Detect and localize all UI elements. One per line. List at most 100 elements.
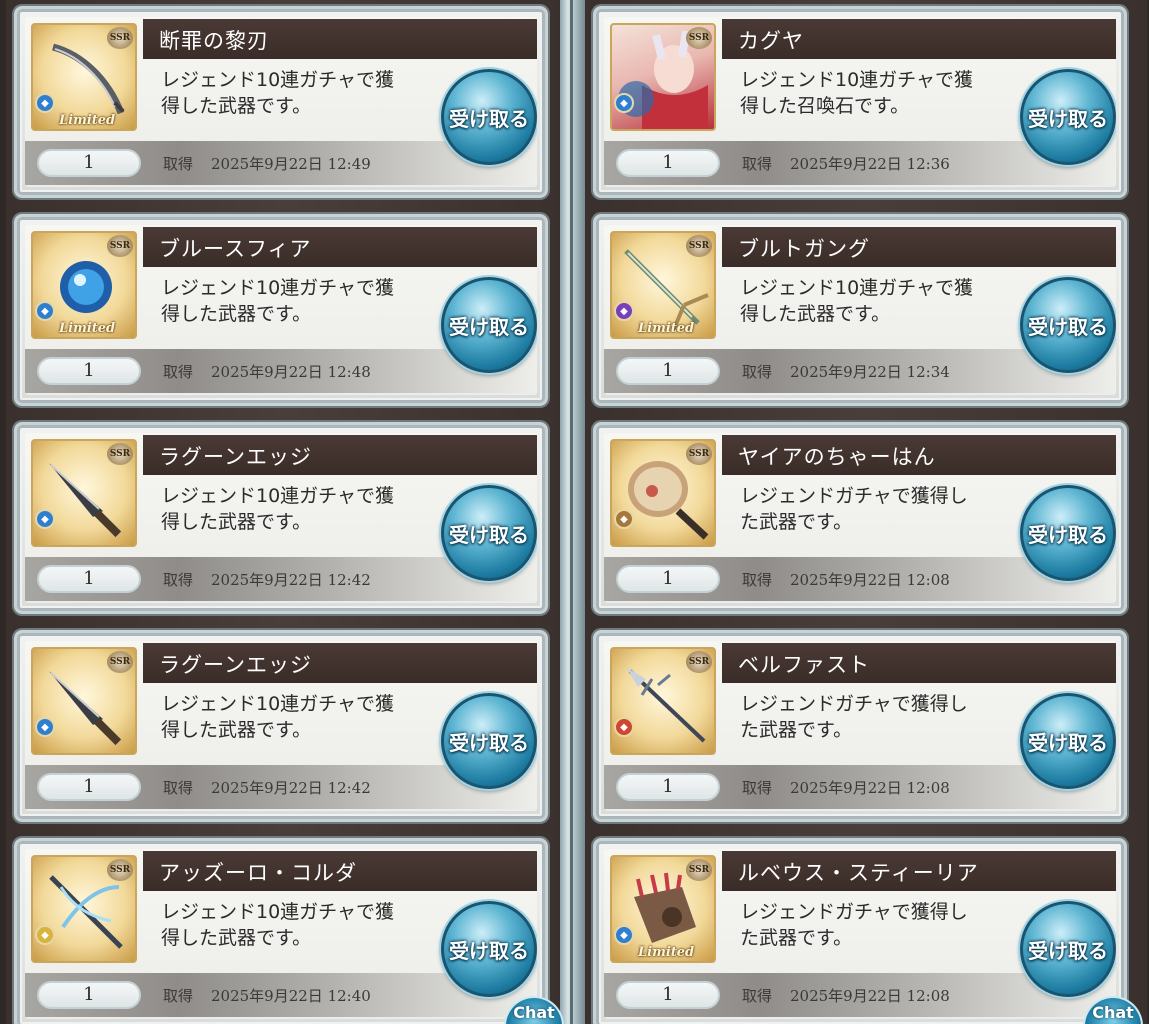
water-element-icon: ◆ [614,925,634,945]
acquired-label: 取得 [742,571,773,589]
water-element-icon: ◆ [614,93,634,113]
item-description-line: レジェンドガチャで獲得し [740,485,968,507]
acquired-date: 2025年9月22日 12:42 [211,571,371,589]
item-thumbnail: SSR ◆ [31,439,137,547]
dark-element-icon: ◆ [614,301,634,321]
acquired-date: 2025年9月22日 12:08 [790,779,950,797]
acquired-date: 2025年9月22日 12:36 [790,155,950,173]
item-thumbnail: SSR ◆ Limited [31,231,137,339]
acquired-label: 取得 [163,987,194,1005]
receive-button-label: 受け取る [449,314,529,339]
quantity-badge: 1 [37,565,141,593]
ssr-badge: SSR [686,651,712,673]
quantity-badge: 1 [616,149,720,177]
gift-card: SSR ◆ Limited ブルースフィア レジェンド10連ガチャで獲 得した武器です。 1… [14,214,548,406]
item-description: レジェンド10連ガチャで獲 得した召喚石です。 [740,67,1020,119]
item-title-bar: ラグーンエッジ [143,435,537,475]
item-description: レジェンド10連ガチャで獲 得した武器です。 [161,67,441,119]
receive-button[interactable]: 受け取る [1020,693,1116,789]
water-element-icon: ◆ [35,93,55,113]
item-description: レジェンドガチャで獲得し た武器です。 [740,483,1020,535]
ssr-badge: SSR [686,443,712,465]
item-title-bar: アッズーロ・コルダ [143,851,537,891]
receive-button[interactable]: 受け取る [1020,901,1116,997]
receive-button[interactable]: 受け取る [1020,69,1116,165]
receive-button-label: 受け取る [449,106,529,131]
ssr-badge: SSR [107,27,133,49]
gift-card-body: SSR ◆ ラグーンエッジレジェンド10連ガチャで獲 得した武器です。 1 取得 2025年… [25,433,537,603]
receive-button-label: 受け取る [1028,730,1108,755]
item-description-line: た武器です。 [740,927,853,949]
gift-card-body: SSR ◆ ラグーンエッジ レジェンド10連ガチャで獲 得した武器です。 1 取得 2025年… [25,641,537,811]
gift-card-body: SSR ◆ ヤイアのちゃーはん レジェンドガチャで獲得し た武器です。 1 取得 2025年9… [604,433,1116,603]
item-description-line: レジェンド10連ガチャで獲 [161,693,394,715]
receive-button[interactable]: 受け取る [441,69,537,165]
gift-card: SSR ◆ ヤイアのちゃーはん レジェンドガチャで獲得し た武器です。 1 取得 2025年9… [593,422,1127,614]
item-description-line: 得した武器です。 [161,927,312,949]
acquired-date: 2025年9月22日 12:08 [790,987,950,1005]
item-description-line: 得した召喚石です。 [740,95,910,117]
acquired-label: 取得 [163,571,194,589]
item-name: ブルースフィア [159,237,312,261]
acquired-label: 取得 [163,155,194,173]
ssr-badge: SSR [686,859,712,881]
item-description: レジェンド10連ガチャで獲 得した武器です。 [161,691,441,743]
receive-button[interactable]: 受け取る [441,277,537,373]
acquired-label: 取得 [742,779,773,797]
acquired-label: 取得 [742,155,773,173]
receive-button[interactable]: 受け取る [1020,485,1116,581]
item-thumbnail: SSR ◆ Limited [610,855,716,963]
item-name: ラグーンエッジ [159,445,312,469]
acquired-date: 2025年9月22日 12:42 [211,779,371,797]
quantity-badge: 1 [616,981,720,1009]
acquired-label: 取得 [742,987,773,1005]
quantity-badge: 1 [37,773,141,801]
receive-button-label: 受け取る [449,522,529,547]
quantity-badge: 1 [37,981,141,1009]
gift-card: SSR ◆ Limited 断罪の黎刃 レジェンド10連ガチャで獲 得した武器です。 1 取得… [14,6,548,198]
gift-card: SSR ◆ ベルファスト レジェンドガチャで獲得し た武器です。 1 取得 2025年9月22… [593,630,1127,822]
fire-element-icon: ◆ [614,717,634,737]
acquired-date: 2025年9月22日 12:49 [211,155,371,173]
item-description: レジェンド10連ガチャで獲 得した武器です。 [161,483,441,535]
acquired-date: 2025年9月22日 12:08 [790,571,950,589]
item-description-line: レジェンド10連ガチャで獲 [161,69,394,91]
gift-card-body: SSR ◆ Limited ブルトガング レジェンド10連ガチャで獲 得した武器です。 1 取… [604,225,1116,395]
item-title-bar: ブルトガング [722,227,1116,267]
item-title-bar: カグヤ [722,19,1116,59]
quantity-badge: 1 [616,773,720,801]
gift-card-body: SSR ◆ カグヤ レジェンド10連ガチャで獲 得した召喚石です。 1 取得 2025年9月2… [604,17,1116,187]
water-element-icon: ◆ [35,717,55,737]
item-description: レジェンド10連ガチャで獲 得した武器です。 [740,275,1020,327]
acquired-label: 取得 [163,779,194,797]
gift-card: SSR ◆ カグヤ レジェンド10連ガチャで獲 得した召喚石です。 1 取得 2025年9月2… [593,6,1127,198]
receive-button[interactable]: 受け取る [441,693,537,789]
gift-card: SSR ◆ Limited ブルトガング レジェンド10連ガチャで獲 得した武器です。 1 取… [593,214,1127,406]
quantity-badge: 1 [616,565,720,593]
item-description-line: レジェンド10連ガチャで獲 [161,485,394,507]
acquired-date: 2025年9月22日 12:40 [211,987,371,1005]
item-name: ルベウス・スティーリア [738,861,979,885]
item-name: カグヤ [738,29,804,53]
item-title-bar: ルベウス・スティーリア [722,851,1116,891]
item-description: レジェンド10連ガチャで獲 得した武器です。 [161,899,441,951]
quantity-badge: 1 [37,149,141,177]
quantity-badge: 1 [37,357,141,385]
item-description-line: 得した武器です。 [161,95,312,117]
item-description-line: た武器です。 [740,719,853,741]
receive-button-label: 受け取る [1028,314,1108,339]
item-name: ブルトガング [738,237,870,261]
item-name: 断罪の黎刃 [159,29,269,53]
item-description-line: レジェンド10連ガチャで獲 [161,277,394,299]
item-thumbnail: SSR ◆ Limited [610,231,716,339]
item-description-line: レジェンドガチャで獲得し [740,901,968,923]
receive-button[interactable]: 受け取る [1020,277,1116,373]
receive-button[interactable]: 受け取る [441,901,537,997]
ssr-badge: SSR [686,235,712,257]
limited-label: Limited [638,321,695,336]
receive-button[interactable]: 受け取る [441,485,537,581]
item-name: アッズーロ・コルダ [159,861,357,885]
ssr-badge: SSR [107,651,133,673]
water-element-icon: ◆ [35,509,55,529]
item-thumbnail: SSR ◆ [31,647,137,755]
